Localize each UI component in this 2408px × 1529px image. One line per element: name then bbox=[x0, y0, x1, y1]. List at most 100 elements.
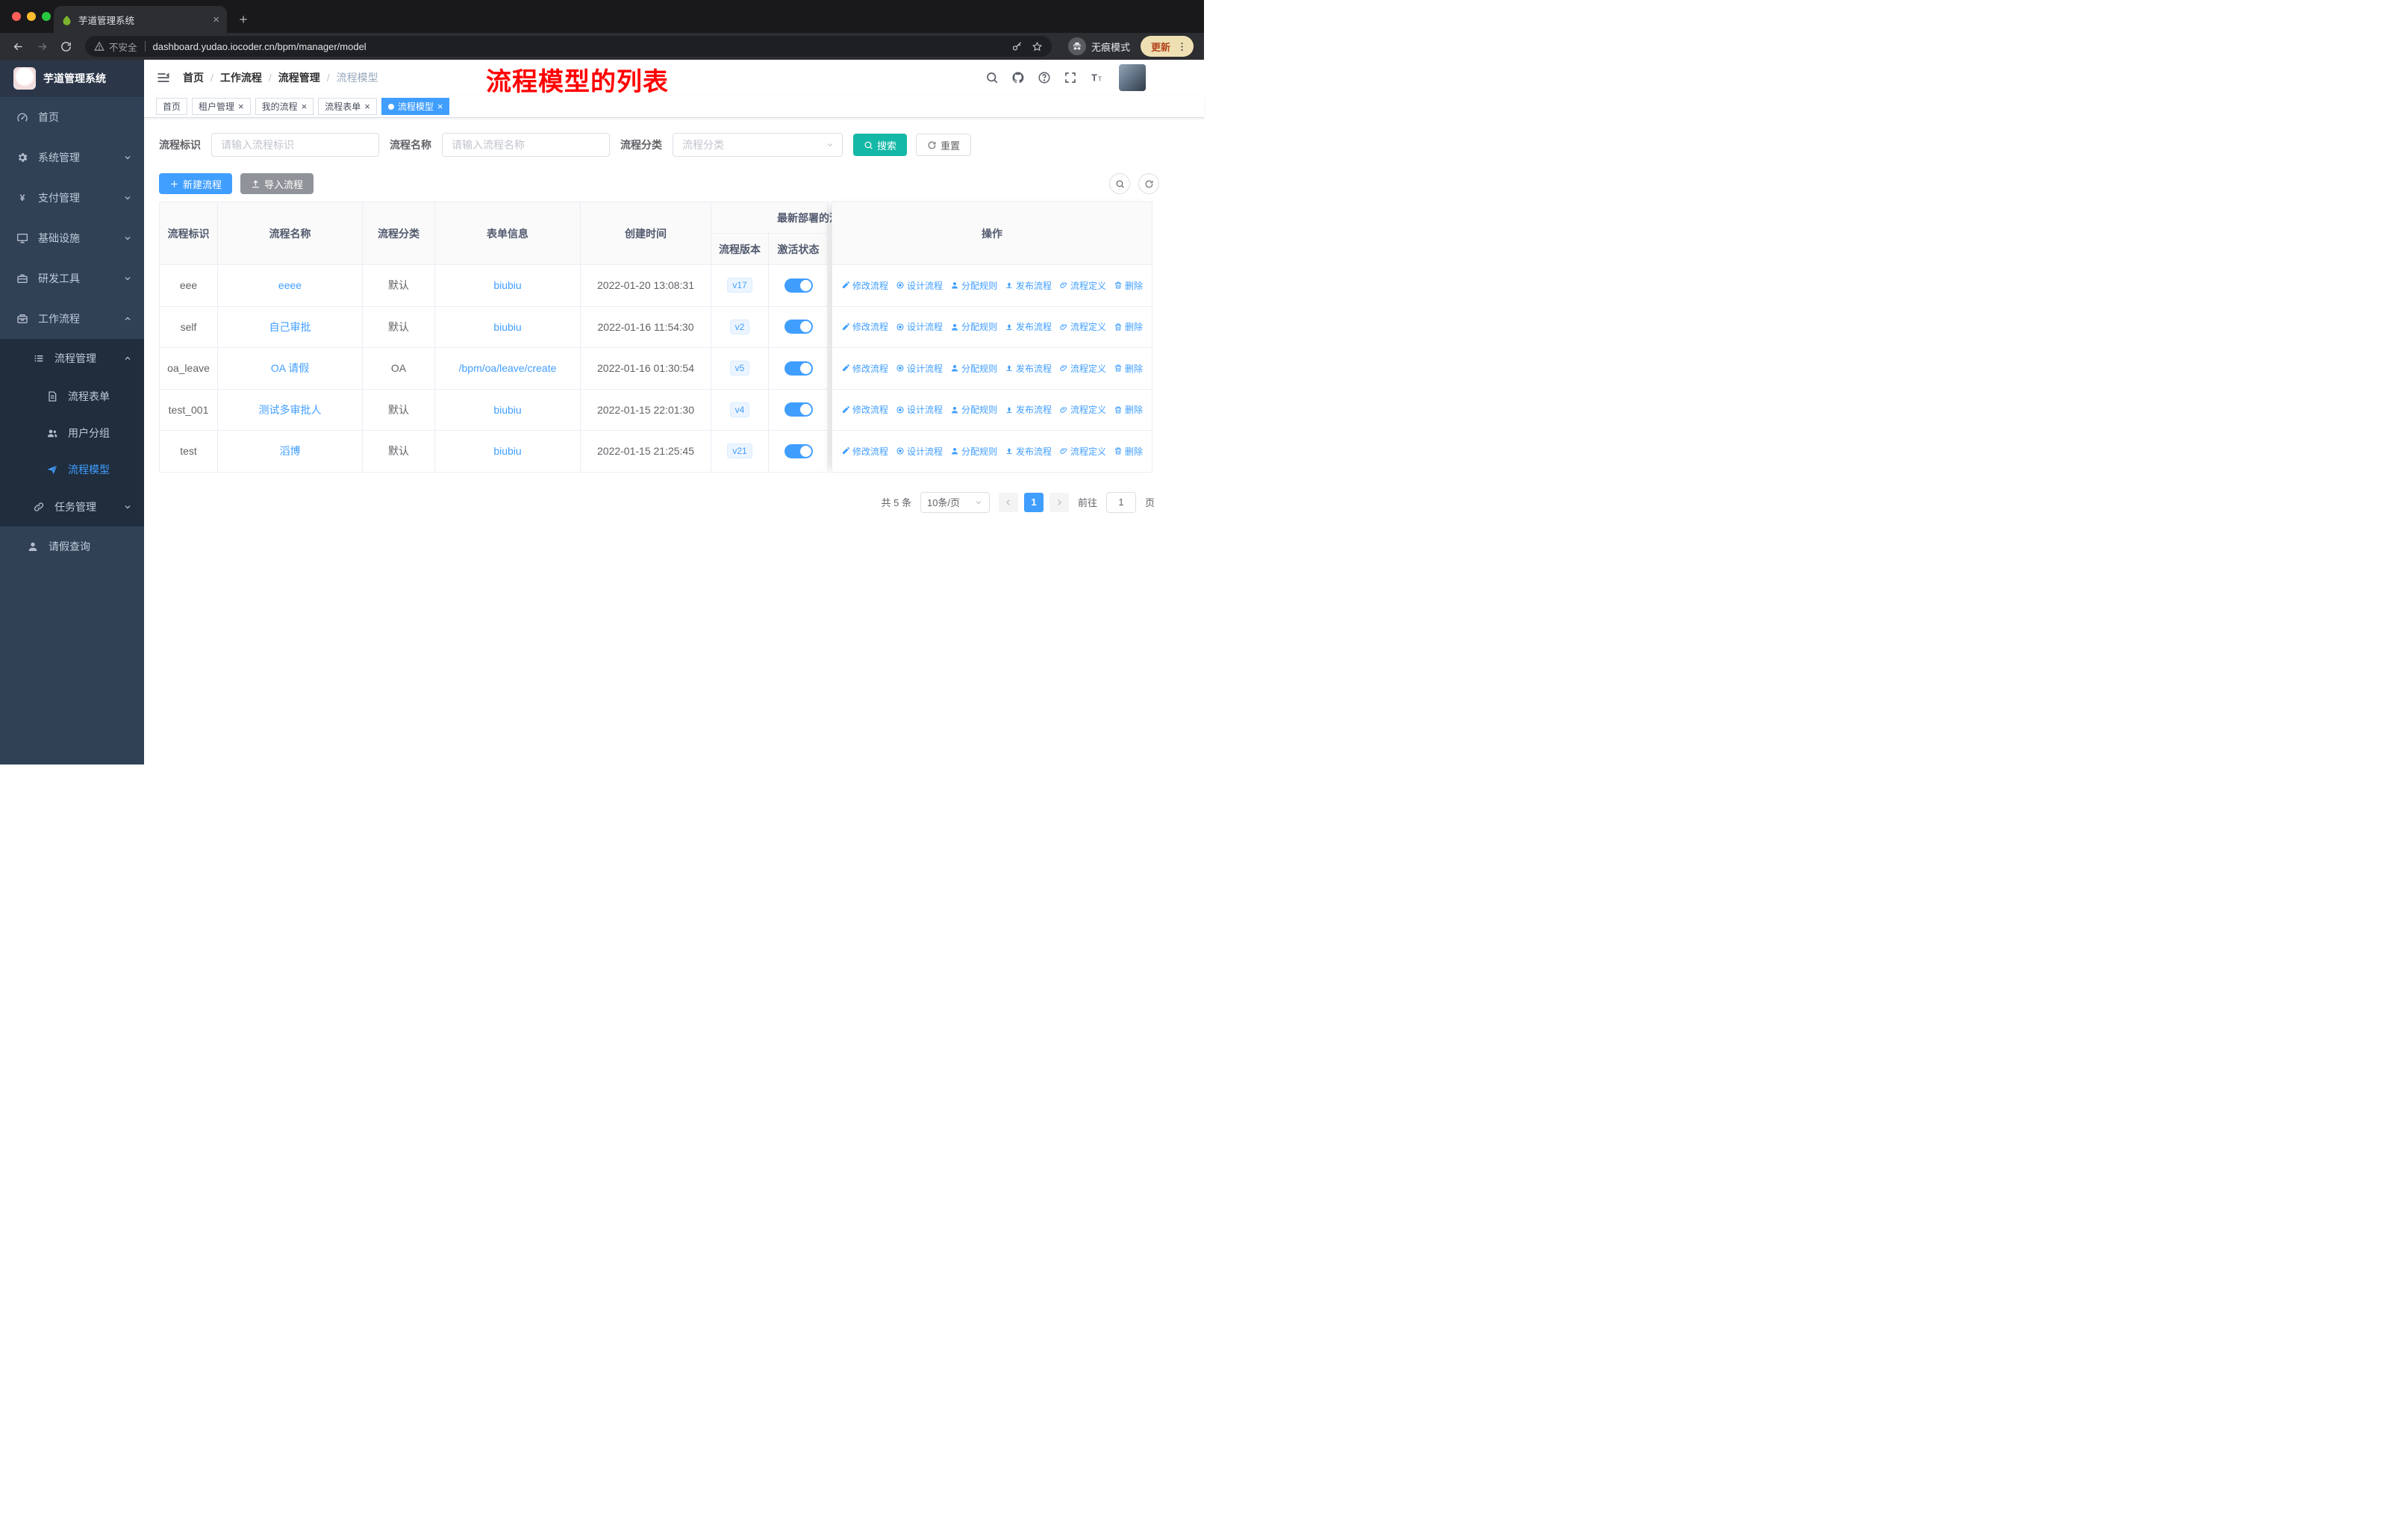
form-info-link[interactable]: biubiu bbox=[493, 404, 521, 416]
sidebar-item-workflow[interactable]: 工作流程 bbox=[0, 299, 144, 339]
delete-action-link[interactable]: 删除 bbox=[1114, 279, 1143, 292]
tag-close-icon[interactable]: × bbox=[302, 102, 308, 111]
definition-action-link[interactable]: 流程定义 bbox=[1059, 362, 1106, 375]
new-tab-button[interactable] bbox=[233, 9, 254, 30]
form-info-link[interactable]: /bpm/oa/leave/create bbox=[459, 362, 557, 374]
address-bar[interactable]: 不安全 dashboard.yudao.iocoder.cn/bpm/manag… bbox=[85, 36, 1052, 57]
refresh-table-button[interactable] bbox=[1138, 173, 1159, 194]
tag-process-form[interactable]: 流程表单 × bbox=[318, 98, 377, 115]
assign-action-link[interactable]: 分配规则 bbox=[950, 445, 997, 458]
tag-close-icon[interactable]: × bbox=[364, 102, 370, 111]
close-window-button[interactable] bbox=[12, 12, 21, 21]
next-page-button[interactable] bbox=[1049, 492, 1069, 512]
assign-action-link[interactable]: 分配规则 bbox=[950, 362, 997, 375]
definition-action-link[interactable]: 流程定义 bbox=[1059, 279, 1106, 292]
browser-menu-icon[interactable] bbox=[1176, 41, 1188, 52]
sidebar-item-task-manage[interactable]: 任务管理 bbox=[0, 488, 144, 526]
tag-close-icon[interactable]: × bbox=[238, 102, 244, 111]
publish-action-link[interactable]: 发布流程 bbox=[1005, 320, 1052, 333]
toggle-search-button[interactable] bbox=[1109, 173, 1130, 194]
publish-action-link[interactable]: 发布流程 bbox=[1005, 445, 1052, 458]
category-select[interactable]: 流程分类 bbox=[673, 133, 843, 157]
font-size-icon[interactable]: TT bbox=[1090, 71, 1103, 84]
browser-update-button[interactable]: 更新 bbox=[1140, 36, 1194, 57]
import-process-button[interactable]: 导入流程 bbox=[240, 173, 314, 194]
assign-action-link[interactable]: 分配规则 bbox=[950, 279, 997, 292]
sidebar-item-system[interactable]: 系统管理 bbox=[0, 137, 144, 178]
modify-action-link[interactable]: 修改流程 bbox=[841, 403, 888, 416]
delete-action-link[interactable]: 删除 bbox=[1114, 362, 1143, 375]
user-avatar[interactable] bbox=[1119, 64, 1146, 91]
sidebar-item-process-form[interactable]: 流程表单 bbox=[0, 378, 144, 414]
breadcrumb-item[interactable]: 流程管理 bbox=[278, 70, 320, 85]
app-logo[interactable]: 芋道管理系统 bbox=[0, 60, 144, 97]
assign-action-link[interactable]: 分配规则 bbox=[950, 320, 997, 333]
forward-button[interactable] bbox=[31, 36, 52, 57]
modify-action-link[interactable]: 修改流程 bbox=[841, 279, 888, 292]
design-action-link[interactable]: 设计流程 bbox=[896, 445, 943, 458]
reload-button[interactable] bbox=[55, 36, 76, 57]
tag-home[interactable]: 首页 bbox=[156, 98, 188, 115]
goto-page-input[interactable] bbox=[1105, 491, 1136, 513]
reset-button[interactable]: 重置 bbox=[916, 134, 972, 156]
delete-action-link[interactable]: 删除 bbox=[1114, 445, 1143, 458]
sidebar-item-home[interactable]: 首页 bbox=[0, 97, 144, 137]
form-info-link[interactable]: biubiu bbox=[493, 445, 521, 457]
breadcrumb-item[interactable]: 首页 bbox=[183, 70, 204, 85]
definition-action-link[interactable]: 流程定义 bbox=[1059, 445, 1106, 458]
process-name-link[interactable]: 测试多审批人 bbox=[259, 402, 322, 417]
modify-action-link[interactable]: 修改流程 bbox=[841, 320, 888, 333]
breadcrumb-item[interactable]: 工作流程 bbox=[220, 70, 262, 85]
password-manager-icon[interactable] bbox=[1011, 41, 1023, 52]
assign-action-link[interactable]: 分配规则 bbox=[950, 403, 997, 416]
process-id-input[interactable] bbox=[211, 133, 379, 157]
sidebar-item-infra[interactable]: 基础设施 bbox=[0, 218, 144, 258]
sidebar-item-process-model[interactable]: 流程模型 bbox=[0, 451, 144, 488]
bookmark-star-icon[interactable] bbox=[1032, 41, 1043, 52]
design-action-link[interactable]: 设计流程 bbox=[896, 362, 943, 375]
active-status-toggle[interactable] bbox=[784, 278, 813, 293]
modify-action-link[interactable]: 修改流程 bbox=[841, 362, 888, 375]
definition-action-link[interactable]: 流程定义 bbox=[1059, 320, 1106, 333]
active-status-toggle[interactable] bbox=[784, 443, 813, 458]
publish-action-link[interactable]: 发布流程 bbox=[1005, 403, 1052, 416]
tag-close-icon[interactable]: × bbox=[437, 102, 443, 111]
sidebar-toggle-button[interactable] bbox=[156, 70, 171, 85]
process-name-link[interactable]: OA 请假 bbox=[271, 361, 309, 376]
process-name-input[interactable] bbox=[442, 133, 610, 157]
prev-page-button[interactable] bbox=[998, 492, 1018, 512]
help-icon[interactable] bbox=[1038, 71, 1051, 84]
delete-action-link[interactable]: 删除 bbox=[1114, 403, 1143, 416]
sidebar-item-payment[interactable]: ¥ 支付管理 bbox=[0, 178, 144, 218]
header-search-icon[interactable] bbox=[985, 71, 999, 84]
sidebar-item-user-group[interactable]: 用户分组 bbox=[0, 414, 144, 451]
design-action-link[interactable]: 设计流程 bbox=[896, 320, 943, 333]
github-icon[interactable] bbox=[1011, 71, 1025, 84]
active-status-toggle[interactable] bbox=[784, 320, 813, 334]
process-name-link[interactable]: eeee bbox=[278, 279, 302, 291]
publish-action-link[interactable]: 发布流程 bbox=[1005, 362, 1052, 375]
modify-action-link[interactable]: 修改流程 bbox=[841, 445, 888, 458]
definition-action-link[interactable]: 流程定义 bbox=[1059, 403, 1106, 416]
tab-close-icon[interactable]: × bbox=[213, 14, 219, 25]
active-status-toggle[interactable] bbox=[784, 402, 813, 417]
design-action-link[interactable]: 设计流程 bbox=[896, 403, 943, 416]
create-process-button[interactable]: 新建流程 bbox=[159, 173, 233, 194]
form-info-link[interactable]: biubiu bbox=[493, 279, 521, 291]
process-name-link[interactable]: 滔博 bbox=[280, 443, 301, 458]
sidebar-item-leave-query[interactable]: 请假查询 bbox=[0, 526, 144, 567]
publish-action-link[interactable]: 发布流程 bbox=[1005, 279, 1052, 292]
back-button[interactable] bbox=[7, 36, 28, 57]
browser-tab[interactable]: 芋道管理系统 × bbox=[54, 6, 227, 33]
tag-my-process[interactable]: 我的流程 × bbox=[255, 98, 314, 115]
sidebar-item-process-manage[interactable]: 流程管理 bbox=[0, 339, 144, 378]
search-button[interactable]: 搜索 bbox=[853, 134, 908, 156]
fullscreen-icon[interactable] bbox=[1064, 71, 1077, 84]
page-size-select[interactable]: 10条/页 bbox=[920, 491, 990, 513]
delete-action-link[interactable]: 删除 bbox=[1114, 320, 1143, 333]
zoom-window-button[interactable] bbox=[42, 12, 51, 21]
design-action-link[interactable]: 设计流程 bbox=[896, 279, 943, 292]
tag-process-model[interactable]: 流程模型 × bbox=[381, 98, 450, 115]
active-status-toggle[interactable] bbox=[784, 361, 813, 376]
form-info-link[interactable]: biubiu bbox=[493, 321, 521, 333]
